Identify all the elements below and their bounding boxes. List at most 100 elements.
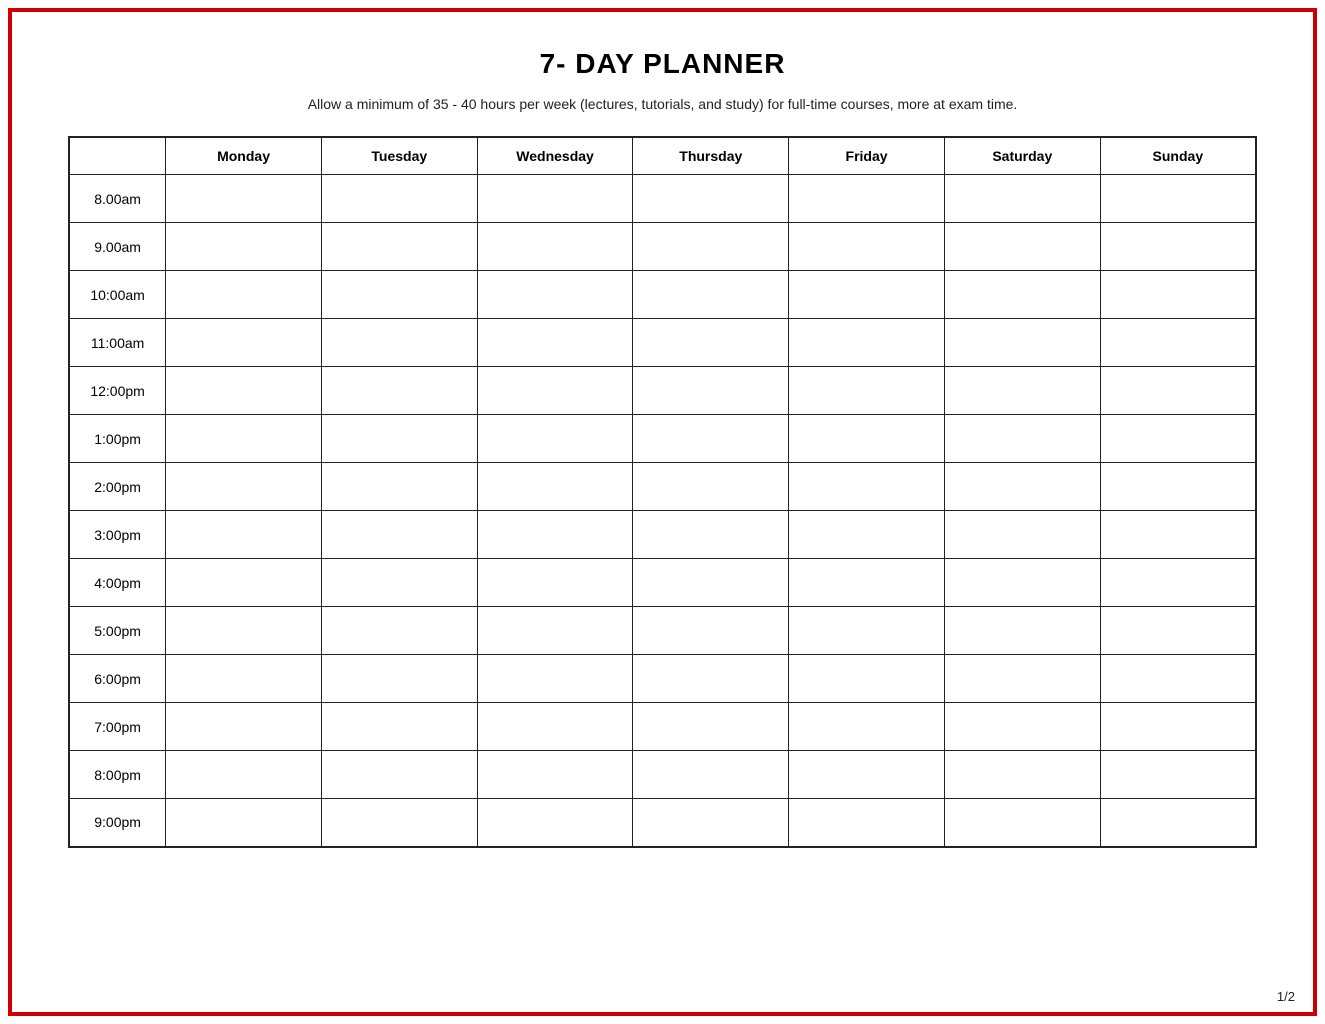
schedule-cell[interactable] bbox=[1100, 319, 1256, 367]
schedule-cell[interactable] bbox=[477, 271, 633, 319]
schedule-cell[interactable] bbox=[1100, 511, 1256, 559]
schedule-cell[interactable] bbox=[633, 799, 789, 847]
schedule-cell[interactable] bbox=[321, 319, 477, 367]
schedule-cell[interactable] bbox=[166, 751, 322, 799]
schedule-cell[interactable] bbox=[789, 271, 945, 319]
schedule-cell[interactable] bbox=[944, 175, 1100, 223]
schedule-cell[interactable] bbox=[944, 751, 1100, 799]
schedule-cell[interactable] bbox=[321, 367, 477, 415]
schedule-cell[interactable] bbox=[789, 367, 945, 415]
schedule-cell[interactable] bbox=[477, 175, 633, 223]
schedule-cell[interactable] bbox=[789, 559, 945, 607]
schedule-cell[interactable] bbox=[477, 655, 633, 703]
schedule-cell[interactable] bbox=[166, 703, 322, 751]
table-row: 9:00pm bbox=[69, 799, 1256, 847]
schedule-cell[interactable] bbox=[166, 415, 322, 463]
schedule-cell[interactable] bbox=[166, 223, 322, 271]
schedule-cell[interactable] bbox=[1100, 415, 1256, 463]
schedule-cell[interactable] bbox=[633, 655, 789, 703]
schedule-cell[interactable] bbox=[633, 223, 789, 271]
schedule-cell[interactable] bbox=[944, 799, 1100, 847]
schedule-cell[interactable] bbox=[1100, 271, 1256, 319]
schedule-cell[interactable] bbox=[633, 415, 789, 463]
schedule-cell[interactable] bbox=[1100, 223, 1256, 271]
schedule-cell[interactable] bbox=[633, 751, 789, 799]
schedule-cell[interactable] bbox=[321, 655, 477, 703]
schedule-cell[interactable] bbox=[633, 175, 789, 223]
schedule-cell[interactable] bbox=[321, 271, 477, 319]
schedule-cell[interactable] bbox=[944, 559, 1100, 607]
schedule-cell[interactable] bbox=[321, 175, 477, 223]
schedule-cell[interactable] bbox=[633, 319, 789, 367]
schedule-cell[interactable] bbox=[1100, 655, 1256, 703]
schedule-cell[interactable] bbox=[1100, 367, 1256, 415]
schedule-cell[interactable] bbox=[944, 271, 1100, 319]
schedule-cell[interactable] bbox=[166, 655, 322, 703]
schedule-cell[interactable] bbox=[1100, 559, 1256, 607]
schedule-cell[interactable] bbox=[321, 799, 477, 847]
schedule-cell[interactable] bbox=[789, 799, 945, 847]
schedule-cell[interactable] bbox=[633, 271, 789, 319]
schedule-cell[interactable] bbox=[789, 655, 945, 703]
schedule-cell[interactable] bbox=[321, 463, 477, 511]
schedule-cell[interactable] bbox=[633, 367, 789, 415]
schedule-cell[interactable] bbox=[477, 319, 633, 367]
schedule-cell[interactable] bbox=[944, 511, 1100, 559]
schedule-cell[interactable] bbox=[944, 463, 1100, 511]
schedule-cell[interactable] bbox=[789, 175, 945, 223]
schedule-cell[interactable] bbox=[633, 511, 789, 559]
schedule-cell[interactable] bbox=[477, 367, 633, 415]
schedule-cell[interactable] bbox=[1100, 751, 1256, 799]
schedule-cell[interactable] bbox=[321, 559, 477, 607]
schedule-cell[interactable] bbox=[789, 511, 945, 559]
schedule-cell[interactable] bbox=[166, 799, 322, 847]
schedule-cell[interactable] bbox=[944, 655, 1100, 703]
schedule-cell[interactable] bbox=[477, 559, 633, 607]
schedule-cell[interactable] bbox=[789, 607, 945, 655]
schedule-cell[interactable] bbox=[321, 511, 477, 559]
schedule-cell[interactable] bbox=[789, 415, 945, 463]
schedule-cell[interactable] bbox=[1100, 607, 1256, 655]
schedule-cell[interactable] bbox=[166, 463, 322, 511]
schedule-cell[interactable] bbox=[789, 463, 945, 511]
schedule-cell[interactable] bbox=[477, 463, 633, 511]
schedule-cell[interactable] bbox=[321, 607, 477, 655]
schedule-cell[interactable] bbox=[1100, 799, 1256, 847]
schedule-cell[interactable] bbox=[789, 319, 945, 367]
schedule-cell[interactable] bbox=[633, 607, 789, 655]
schedule-cell[interactable] bbox=[789, 703, 945, 751]
schedule-cell[interactable] bbox=[944, 607, 1100, 655]
schedule-cell[interactable] bbox=[944, 223, 1100, 271]
schedule-cell[interactable] bbox=[166, 559, 322, 607]
schedule-cell[interactable] bbox=[477, 223, 633, 271]
schedule-cell[interactable] bbox=[633, 703, 789, 751]
schedule-cell[interactable] bbox=[477, 511, 633, 559]
schedule-cell[interactable] bbox=[633, 559, 789, 607]
schedule-cell[interactable] bbox=[944, 367, 1100, 415]
schedule-cell[interactable] bbox=[789, 751, 945, 799]
schedule-cell[interactable] bbox=[1100, 703, 1256, 751]
schedule-cell[interactable] bbox=[166, 271, 322, 319]
schedule-cell[interactable] bbox=[477, 799, 633, 847]
schedule-cell[interactable] bbox=[789, 223, 945, 271]
schedule-cell[interactable] bbox=[166, 511, 322, 559]
schedule-cell[interactable] bbox=[321, 703, 477, 751]
schedule-cell[interactable] bbox=[166, 607, 322, 655]
schedule-cell[interactable] bbox=[477, 703, 633, 751]
schedule-cell[interactable] bbox=[944, 415, 1100, 463]
schedule-cell[interactable] bbox=[166, 367, 322, 415]
schedule-cell[interactable] bbox=[633, 463, 789, 511]
schedule-cell[interactable] bbox=[944, 703, 1100, 751]
schedule-cell[interactable] bbox=[1100, 175, 1256, 223]
schedule-cell[interactable] bbox=[321, 415, 477, 463]
schedule-cell[interactable] bbox=[477, 751, 633, 799]
schedule-cell[interactable] bbox=[166, 175, 322, 223]
schedule-cell[interactable] bbox=[944, 319, 1100, 367]
schedule-cell[interactable] bbox=[321, 751, 477, 799]
schedule-cell[interactable] bbox=[477, 415, 633, 463]
schedule-cell[interactable] bbox=[321, 223, 477, 271]
schedule-cell[interactable] bbox=[477, 607, 633, 655]
schedule-cell[interactable] bbox=[1100, 463, 1256, 511]
schedule-cell[interactable] bbox=[166, 319, 322, 367]
time-label: 12:00pm bbox=[69, 367, 166, 415]
